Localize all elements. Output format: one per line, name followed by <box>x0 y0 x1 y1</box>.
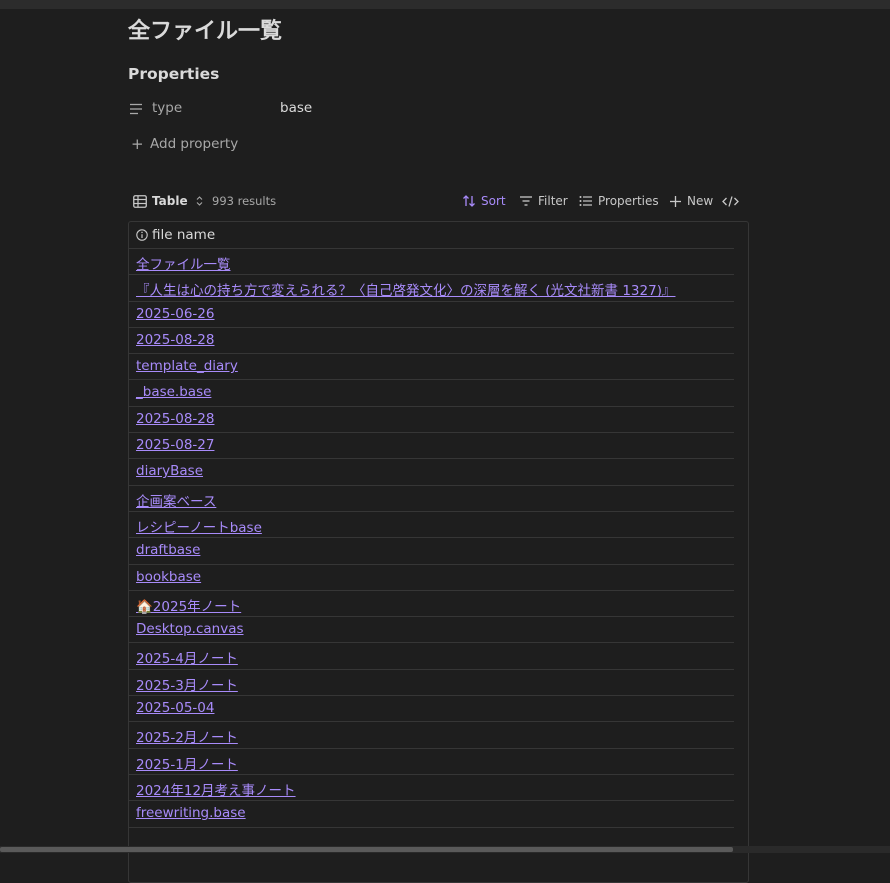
sort-label: Sort <box>481 194 506 208</box>
sort-button[interactable]: Sort <box>462 189 506 213</box>
sort-arrows-icon <box>463 195 475 207</box>
window-top-bar <box>0 0 890 9</box>
file-link[interactable]: draftbase <box>136 542 200 558</box>
list-icon <box>579 196 592 206</box>
table-row: draftbase <box>129 538 734 565</box>
table-row: bookbase <box>129 565 734 591</box>
file-link[interactable]: 2025-08-28 <box>136 411 214 427</box>
table-icon <box>133 194 147 208</box>
view-label: Table <box>152 194 188 208</box>
table-row: diaryBase <box>129 459 734 486</box>
plus-icon: + <box>131 135 144 153</box>
results-count: 993 results <box>212 194 277 208</box>
property-row-type[interactable]: type base <box>128 98 428 120</box>
add-property-button[interactable]: + Add property <box>131 134 251 156</box>
properties-heading[interactable]: Properties <box>128 65 219 83</box>
filter-label: Filter <box>538 194 568 208</box>
table-row: 2025-1月ノート <box>129 749 734 775</box>
property-value[interactable]: base <box>280 100 312 116</box>
add-property-label: Add property <box>150 136 239 152</box>
table-row: 『人生は心の持ち方で変えられる？〈自己啓発文化〉の深層を解く (光文社新書 13… <box>129 275 734 302</box>
info-icon <box>136 229 148 241</box>
file-link[interactable]: 2025-3月ノート <box>136 674 238 694</box>
file-link[interactable]: freewriting.base <box>136 805 246 821</box>
table-row: 2024年12月考え事ノート <box>129 775 734 802</box>
table-row: _base.base <box>129 380 734 407</box>
table-row: 企画案ベース <box>129 486 734 512</box>
table-row: 🏠2025年ノート <box>129 591 734 618</box>
file-link[interactable]: 2024年12月考え事ノート <box>136 779 296 799</box>
table-header[interactable]: file name <box>129 222 734 249</box>
column-header-file-name: file name <box>152 227 216 243</box>
properties-button[interactable]: Properties <box>579 189 659 213</box>
file-link[interactable]: 2025-08-28 <box>136 332 214 348</box>
new-button[interactable]: New <box>669 189 713 213</box>
view-selector[interactable]: Table <box>133 189 211 213</box>
text-lines-icon <box>130 103 142 115</box>
property-key[interactable]: type <box>152 100 182 116</box>
plus-icon <box>670 195 681 207</box>
file-link[interactable]: diaryBase <box>136 463 203 479</box>
file-link[interactable]: 2025-08-27 <box>136 437 214 453</box>
table-row: 2025-2月ノート <box>129 722 734 749</box>
base-toolbar: Table 993 results Sort Filter Properties… <box>128 189 749 213</box>
file-link[interactable]: Desktop.canvas <box>136 621 244 637</box>
table-row: template_diary <box>129 354 734 381</box>
file-link[interactable]: 2025-2月ノート <box>136 726 238 746</box>
file-link[interactable]: 企画案ベース <box>136 490 216 510</box>
file-link[interactable]: 全ファイル一覧 <box>136 253 231 273</box>
horizontal-scrollbar[interactable] <box>0 846 890 853</box>
new-label: New <box>687 194 714 208</box>
filter-button[interactable]: Filter <box>519 189 568 213</box>
file-link[interactable]: 『人生は心の持ち方で変えられる？〈自己啓発文化〉の深層を解く (光文社新書 13… <box>136 279 675 299</box>
scrollbar-thumb[interactable] <box>0 847 733 852</box>
embed-code-button[interactable] <box>722 189 744 213</box>
file-link[interactable]: 2025-1月ノート <box>136 753 238 773</box>
table-row: 全ファイル一覧 <box>129 249 734 276</box>
file-link[interactable]: レシピーノートbase <box>136 516 262 536</box>
filter-icon <box>520 196 532 206</box>
file-link[interactable]: bookbase <box>136 569 201 585</box>
table-row: 2025-05-04 <box>129 696 734 723</box>
table-row: 2025-08-28 <box>129 407 734 434</box>
table-row: 2025-4月ノート <box>129 643 734 670</box>
table-row: 2025-06-26 <box>129 302 734 328</box>
table-row: 2025-08-27 <box>129 433 734 460</box>
table-row: freewriting.base <box>129 801 734 828</box>
table-body: 全ファイル一覧『人生は心の持ち方で変えられる？〈自己啓発文化〉の深層を解く (光… <box>129 249 734 828</box>
file-link[interactable]: 🏠2025年ノート <box>136 595 241 615</box>
table-row: 2025-08-28 <box>129 328 734 355</box>
file-link[interactable]: template_diary <box>136 358 238 374</box>
table-row: レシピーノートbase <box>129 512 734 539</box>
file-link[interactable]: 2025-4月ノート <box>136 647 238 667</box>
table-row: 2025-3月ノート <box>129 670 734 697</box>
file-link[interactable]: 2025-06-26 <box>136 306 214 322</box>
file-link[interactable]: 2025-05-04 <box>136 700 214 716</box>
code-icon <box>722 195 739 207</box>
chevron-up-down-icon <box>196 196 202 206</box>
page-title: 全ファイル一覧 <box>128 19 283 44</box>
file-link[interactable]: _base.base <box>136 384 211 400</box>
properties-label: Properties <box>598 194 659 208</box>
results-table: file name 全ファイル一覧『人生は心の持ち方で変えられる？〈自己啓発文化… <box>128 221 749 883</box>
table-row: Desktop.canvas <box>129 617 734 644</box>
